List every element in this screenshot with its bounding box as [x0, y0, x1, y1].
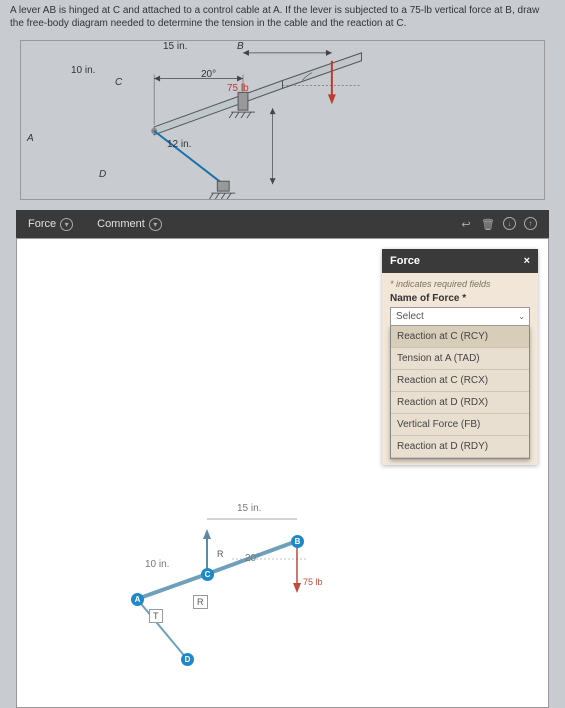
node-c[interactable]: C [201, 568, 214, 581]
drawing-canvas[interactable]: 15 in. 10 in. 20° 75 lb R R T A C B D Fo… [16, 238, 549, 708]
fbd-sketch: 15 in. 10 in. 20° 75 lb R R T A C B D [117, 499, 337, 679]
fbd-load: 75 lb [303, 577, 323, 587]
force-tool-button[interactable]: Force ▾ [28, 218, 73, 231]
force-properties-panel: Force × * indicates required fields Name… [382, 249, 538, 465]
fbd-dim-ac: 10 in. [145, 559, 169, 570]
toolbar: Force ▾ Comment ▾ ↩ 🗑 ↓ ↑ [16, 210, 549, 238]
dropdown-option[interactable]: Vertical Force (FB) [391, 414, 529, 436]
panel-title: Force [390, 255, 420, 267]
fbd-dim-angle: 20° [245, 553, 260, 564]
panel-header: Force × [382, 249, 538, 273]
required-hint: * indicates required fields [390, 279, 530, 289]
close-icon[interactable]: × [524, 255, 530, 267]
info-down-icon[interactable]: ↓ [503, 217, 516, 230]
label-a: A [27, 133, 34, 144]
chevron-down-icon: ⌄ [518, 312, 525, 321]
trash-icon[interactable]: 🗑 [481, 217, 495, 231]
arrow-down-icon: ▾ [60, 218, 73, 231]
label-c: C [115, 77, 122, 88]
force-name-dropdown: Reaction at C (RCY) Tension at A (TAD) R… [390, 326, 530, 459]
node-b[interactable]: B [291, 535, 304, 548]
problem-diagram: 10 in. 15 in. 20° 75 lb 12 in. A B C D [20, 40, 545, 200]
comment-tool-label: Comment [97, 218, 145, 230]
fbd-dim-cb: 15 in. [237, 503, 261, 514]
select-placeholder: Select [396, 311, 424, 322]
dropdown-option[interactable]: Tension at A (TAD) [391, 348, 529, 370]
fbd-rcy: R [193, 595, 208, 609]
node-a[interactable]: A [131, 593, 144, 606]
dim-load: 75 lb [227, 83, 249, 94]
label-b: B [237, 41, 244, 52]
undo-icon[interactable]: ↩ [459, 217, 473, 231]
comment-tool-button[interactable]: Comment ▾ [97, 218, 162, 231]
name-of-force-label: Name of Force * [390, 293, 530, 304]
dim-height: 12 in. [167, 139, 191, 150]
dropdown-option[interactable]: Reaction at C (RCX) [391, 370, 529, 392]
dropdown-option[interactable]: Reaction at D (RDX) [391, 392, 529, 414]
force-tool-label: Force [28, 218, 56, 230]
label-d: D [99, 169, 106, 180]
name-of-force-select[interactable]: Select ⌄ [390, 307, 530, 326]
fbd-tad: T [149, 609, 163, 623]
info-up-icon[interactable]: ↑ [524, 217, 537, 230]
dropdown-option[interactable]: Reaction at C (RCY) [391, 326, 529, 348]
fbd-rcx: R [217, 549, 224, 559]
dropdown-option[interactable]: Reaction at D (RDY) [391, 436, 529, 458]
dim-ac: 10 in. [71, 65, 95, 76]
problem-statement: A lever AB is hinged at C and attached t… [0, 0, 565, 34]
dim-cb: 15 in. [163, 41, 187, 52]
arrow-down-icon: ▾ [149, 218, 162, 231]
dim-angle: 20° [201, 69, 216, 80]
node-d[interactable]: D [181, 653, 194, 666]
